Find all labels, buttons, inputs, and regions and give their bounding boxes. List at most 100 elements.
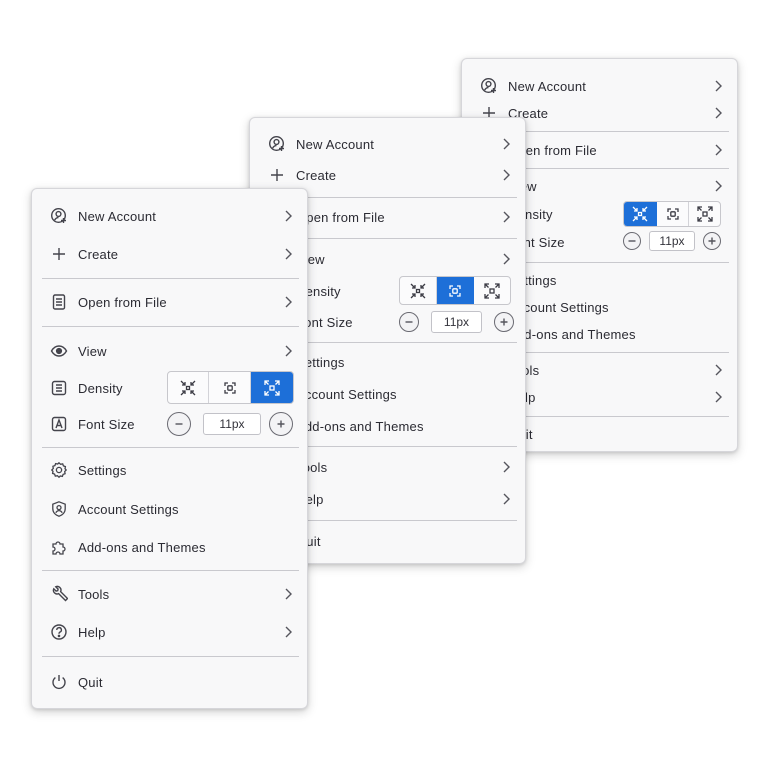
frame-icon: [223, 381, 236, 394]
menu-item-label: Create: [296, 167, 337, 183]
menu-item-label: Add-ons and Themes: [78, 539, 206, 555]
wrench-icon: [50, 585, 68, 603]
plus-icon: [500, 318, 508, 326]
font-size-field[interactable]: 11px: [203, 413, 261, 435]
density-touch-button[interactable]: [474, 277, 510, 304]
chevron-right-icon: [499, 168, 513, 182]
density-touch-button[interactable]: [689, 202, 720, 226]
new-account-icon: [268, 135, 286, 153]
menu-item-create[interactable]: Create: [42, 243, 299, 265]
menu-item-new-account[interactable]: New Account: [42, 205, 299, 227]
font-size-stepper: 11px: [167, 412, 293, 436]
density-selector: [399, 276, 511, 305]
increase-font-button[interactable]: [494, 312, 514, 332]
expand-icon: [264, 379, 280, 396]
decrease-font-button[interactable]: [167, 412, 191, 436]
increase-font-button[interactable]: [269, 412, 293, 436]
menu-item-help[interactable]: Help: [42, 621, 299, 643]
increase-font-button[interactable]: [703, 232, 721, 250]
separator: [42, 656, 299, 657]
puzzle-piece-icon: [50, 538, 68, 556]
menu-item-label: Quit: [296, 533, 321, 549]
density-normal-button[interactable]: [209, 372, 251, 403]
help-icon: [50, 623, 68, 641]
expand-icon: [696, 206, 713, 222]
app-menu-touch: New Account Create Open from File View D…: [31, 188, 308, 709]
menu-item-label: Quit: [508, 427, 729, 442]
menu-item-create[interactable]: Create: [260, 164, 517, 186]
menu-item-label: New Account: [508, 78, 587, 94]
chevron-right-icon: [499, 252, 513, 266]
chevron-right-icon: [711, 390, 725, 404]
menu-item-label: Add-ons and Themes: [296, 418, 424, 434]
new-account-icon: [480, 77, 498, 95]
chevron-right-icon: [499, 137, 513, 151]
frame-icon: [449, 284, 461, 297]
density-normal-button[interactable]: [437, 277, 474, 304]
menu-item-label: Tools: [78, 586, 110, 602]
font-size-field[interactable]: 11px: [431, 311, 482, 333]
menu-item-label: Tools: [296, 459, 328, 475]
menu-item-view[interactable]: View: [42, 340, 299, 362]
menu-item-open-from-file[interactable]: Open from File: [42, 291, 299, 313]
menu-item-label: View: [296, 251, 325, 267]
gear-icon: [50, 461, 68, 479]
chevron-right-icon: [499, 210, 513, 224]
frame-icon: [666, 208, 679, 220]
menu-item-label: New Account: [78, 208, 157, 224]
menu-item-account-settings[interactable]: Account Settings: [42, 498, 299, 520]
chevron-right-icon: [281, 587, 295, 601]
plus-icon: [268, 166, 286, 184]
menu-item-tools[interactable]: Tools: [42, 583, 299, 605]
menu-item-label: Create: [78, 246, 119, 262]
compress-icon: [632, 206, 648, 222]
menu-item-label: Tools: [508, 363, 711, 378]
minus-icon: [405, 321, 413, 323]
chevron-right-icon: [499, 492, 513, 506]
density-compact-button[interactable]: [400, 277, 437, 304]
density-selector: [167, 371, 294, 404]
chevron-right-icon: [281, 625, 295, 639]
menu-item-label: Help: [508, 390, 711, 405]
minus-icon: [175, 423, 183, 425]
menu-item-label: Quit: [78, 674, 103, 690]
density-compact-button[interactable]: [168, 372, 210, 403]
chevron-right-icon: [499, 460, 513, 474]
chevron-right-icon: [281, 344, 295, 358]
chevron-right-icon: [711, 143, 725, 157]
separator: [42, 447, 299, 448]
chevron-right-icon: [281, 295, 295, 309]
chevron-right-icon: [711, 106, 725, 120]
menu-item-label: Help: [78, 624, 106, 640]
menu-item-label: Open from File: [78, 294, 167, 310]
chevron-right-icon: [711, 79, 725, 93]
menu-item-quit[interactable]: Quit: [42, 671, 299, 693]
menu-item-new-account[interactable]: New Account: [260, 133, 517, 155]
decrease-font-button[interactable]: [399, 312, 419, 332]
menu-item-label: Settings: [508, 272, 557, 288]
chevron-right-icon: [281, 247, 295, 261]
minus-icon: [628, 240, 636, 242]
compress-icon: [180, 380, 196, 395]
menu-item-new-account[interactable]: New Account: [472, 75, 729, 97]
decrease-font-button[interactable]: [623, 232, 641, 250]
menu-item-label: Settings: [296, 354, 345, 370]
eye-icon: [50, 342, 68, 360]
menu-item-label: Settings: [78, 462, 127, 478]
chevron-right-icon: [711, 179, 725, 193]
font-size-field[interactable]: 11px: [649, 231, 695, 251]
menu-item-addons-themes[interactable]: Add-ons and Themes: [42, 536, 299, 558]
plus-icon: [277, 420, 285, 428]
density-touch-button[interactable]: [250, 372, 293, 403]
font-size-stepper: 11px: [399, 311, 514, 333]
menu-item-label: Account Settings: [508, 299, 609, 315]
font-size-stepper: 11px: [623, 231, 721, 251]
menu-item-label: Account Settings: [78, 501, 179, 517]
menu-item-settings[interactable]: Settings: [42, 459, 299, 481]
density-compact-button[interactable]: [624, 202, 657, 226]
density-normal-button[interactable]: [657, 202, 689, 226]
menu-item-label: View: [508, 179, 711, 194]
menu-item-label: Account Settings: [296, 386, 397, 402]
menu-item-label: Open from File: [508, 142, 597, 158]
power-icon: [50, 673, 68, 691]
